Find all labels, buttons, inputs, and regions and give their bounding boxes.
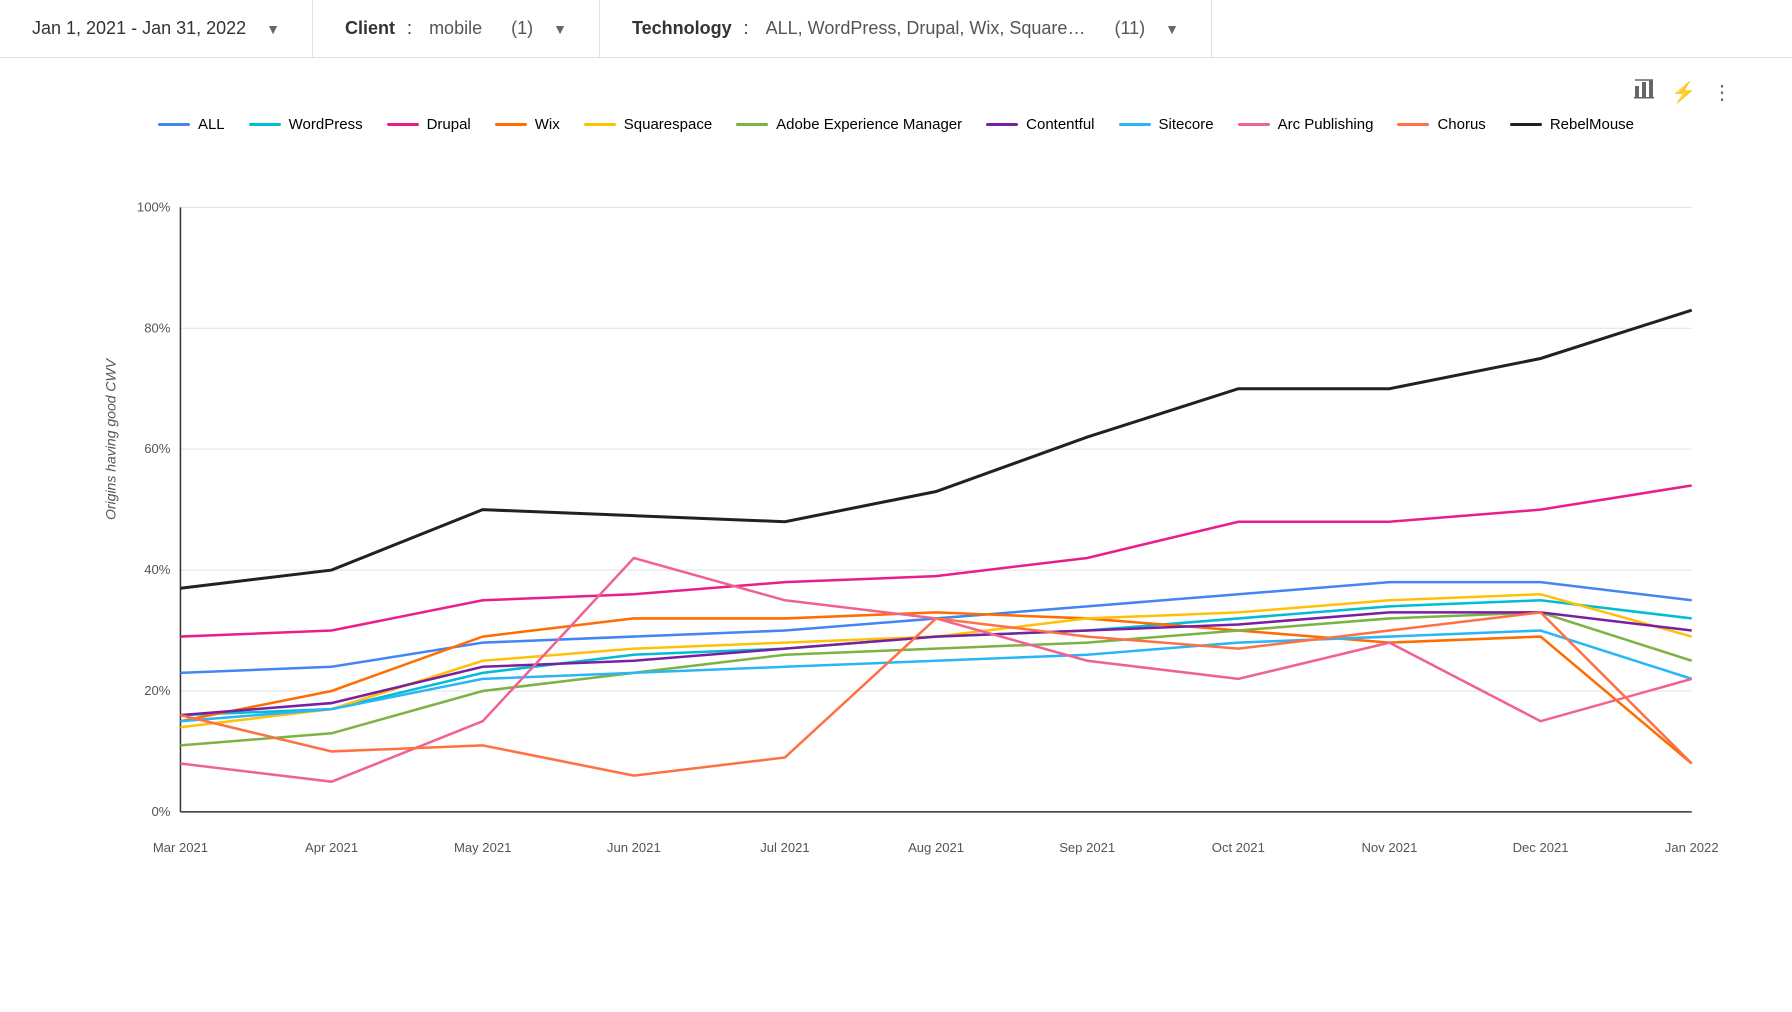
legend-color-chorus — [1397, 123, 1429, 126]
legend-label-wix: Wix — [535, 116, 560, 133]
legend-color-arc-publishing — [1238, 123, 1270, 126]
line-drupal — [180, 485, 1691, 636]
legend-label-all: ALL — [198, 116, 225, 133]
legend-item-rebelmouse: RebelMouse — [1510, 116, 1634, 133]
toolbar: ⚡ ⋮ — [40, 78, 1752, 106]
client-chevron: ▼ — [553, 21, 567, 37]
svg-text:Oct 2021: Oct 2021 — [1212, 840, 1265, 855]
legend-item-arc-publishing: Arc Publishing — [1238, 116, 1374, 133]
line-wix — [180, 612, 1691, 763]
client-filter-count: (1) — [511, 18, 533, 39]
y-axis-title: Origins having good CWV — [103, 359, 119, 520]
chart-area: Origins having good CWV 100% 80% 60% 40%… — [120, 157, 1732, 867]
svg-text:Jun 2021: Jun 2021 — [607, 840, 661, 855]
svg-text:60%: 60% — [144, 441, 171, 456]
client-filter-value: mobile — [429, 18, 482, 39]
line-all — [180, 582, 1691, 673]
date-range-label: Jan 1, 2021 - Jan 31, 2022 — [32, 18, 246, 39]
svg-text:Apr 2021: Apr 2021 — [305, 840, 358, 855]
svg-text:Mar 2021: Mar 2021 — [153, 840, 208, 855]
legend-label-adobe-experience-manager: Adobe Experience Manager — [776, 116, 962, 133]
svg-text:40%: 40% — [144, 562, 171, 577]
legend-color-rebelmouse — [1510, 123, 1542, 126]
legend-label-drupal: Drupal — [427, 116, 471, 133]
legend-label-squarespace: Squarespace — [624, 116, 712, 133]
legend-item-wix: Wix — [495, 116, 560, 133]
svg-text:80%: 80% — [144, 320, 171, 335]
client-filter[interactable]: Client: mobile (1) ▼ — [313, 0, 600, 57]
legend-label-wordpress: WordPress — [289, 116, 363, 133]
legend-item-chorus: Chorus — [1397, 116, 1485, 133]
legend-item-sitecore: Sitecore — [1119, 116, 1214, 133]
technology-chevron: ▼ — [1165, 21, 1179, 37]
main-chart: 100% 80% 60% 40% 20% 0% Mar 2021 Apr 202… — [120, 157, 1732, 862]
legend-color-drupal — [387, 123, 419, 126]
legend-color-sitecore — [1119, 123, 1151, 126]
technology-filter-value: ALL, WordPress, Drupal, Wix, Square… — [766, 18, 1086, 39]
chart-type-icon[interactable] — [1633, 78, 1655, 106]
legend: ALL WordPress Drupal Wix Squarespace Adobe Ex… — [40, 116, 1752, 133]
legend-item-contentful: Contentful — [986, 116, 1094, 133]
legend-color-all — [158, 123, 190, 126]
technology-filter[interactable]: Technology: ALL, WordPress, Drupal, Wix,… — [600, 0, 1212, 57]
date-range-chevron: ▼ — [266, 21, 280, 37]
legend-color-wix — [495, 123, 527, 126]
legend-color-wordpress — [249, 123, 281, 126]
technology-filter-label: Technology — [632, 18, 732, 39]
legend-color-contentful — [986, 123, 1018, 126]
legend-label-chorus: Chorus — [1437, 116, 1485, 133]
legend-item-squarespace: Squarespace — [584, 116, 712, 133]
legend-label-contentful: Contentful — [1026, 116, 1094, 133]
svg-text:Dec 2021: Dec 2021 — [1513, 840, 1569, 855]
svg-text:May 2021: May 2021 — [454, 840, 511, 855]
chart-container: ⚡ ⋮ ALL WordPress Drupal Wix Squarespace Adob… — [0, 58, 1792, 887]
lightning-icon[interactable]: ⚡ — [1671, 80, 1696, 105]
svg-text:0%: 0% — [151, 804, 170, 819]
more-options-icon[interactable]: ⋮ — [1712, 80, 1732, 105]
legend-item-wordpress: WordPress — [249, 116, 363, 133]
legend-item-drupal: Drupal — [387, 116, 471, 133]
svg-text:Sep 2021: Sep 2021 — [1059, 840, 1115, 855]
client-filter-label: Client — [345, 18, 395, 39]
technology-filter-count: (11) — [1114, 18, 1145, 39]
top-bar: Jan 1, 2021 - Jan 31, 2022 ▼ Client: mob… — [0, 0, 1792, 58]
svg-text:Jul 2021: Jul 2021 — [760, 840, 809, 855]
svg-text:Nov 2021: Nov 2021 — [1361, 840, 1417, 855]
svg-text:20%: 20% — [144, 683, 171, 698]
legend-item-adobe-experience-manager: Adobe Experience Manager — [736, 116, 962, 133]
legend-item-all: ALL — [158, 116, 225, 133]
svg-text:Aug 2021: Aug 2021 — [908, 840, 964, 855]
legend-label-sitecore: Sitecore — [1159, 116, 1214, 133]
legend-color-squarespace — [584, 123, 616, 126]
line-sitecore — [180, 631, 1691, 722]
svg-text:Jan 2022: Jan 2022 — [1665, 840, 1719, 855]
legend-label-arc-publishing: Arc Publishing — [1278, 116, 1374, 133]
date-range-filter[interactable]: Jan 1, 2021 - Jan 31, 2022 ▼ — [0, 0, 313, 57]
legend-color-adobe-experience-manager — [736, 123, 768, 126]
svg-text:100%: 100% — [137, 199, 171, 214]
legend-label-rebelmouse: RebelMouse — [1550, 116, 1634, 133]
